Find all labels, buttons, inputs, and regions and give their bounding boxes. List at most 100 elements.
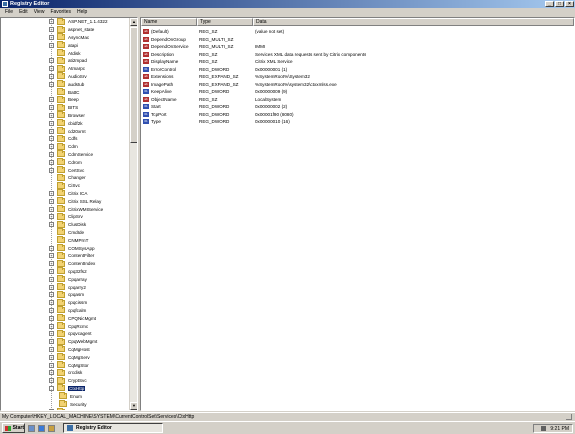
- close-button[interactable]: ×: [565, 1, 574, 7]
- value-row[interactable]: ab DependOnService REG_MULTI_SZ IMMI: [141, 43, 265, 51]
- expand-icon[interactable]: +: [49, 19, 54, 25]
- tree-item[interactable]: + Atmarpc: [49, 64, 85, 73]
- expand-icon[interactable]: +: [49, 105, 54, 111]
- tree-item[interactable]: + AsyncMac: [49, 33, 89, 42]
- value-row[interactable]: ab DependOnGroup REG_MULTI_SZ: [141, 36, 255, 44]
- tree-item[interactable]: + CertSvc: [49, 166, 84, 174]
- expand-icon[interactable]: +: [49, 151, 54, 157]
- tree-item[interactable]: + AudioSrv: [49, 72, 87, 81]
- column-type[interactable]: Type: [197, 18, 253, 26]
- explorer-quicklaunch-icon[interactable]: [28, 424, 35, 432]
- clock[interactable]: 9:21 PM: [550, 426, 569, 432]
- tree-item[interactable]: + COMSysApp: [49, 244, 95, 252]
- value-row[interactable]: 01 TcpPort REG_DWORD 0x00001f90 (8080): [141, 111, 294, 119]
- tree-item[interactable]: + Cdm: [49, 142, 78, 151]
- expand-icon[interactable]: +: [49, 222, 54, 228]
- expand-icon[interactable]: +: [49, 331, 54, 337]
- expand-icon[interactable]: +: [49, 253, 54, 259]
- tree-item[interactable]: + BITS: [49, 103, 78, 112]
- key-tree-pane[interactable]: + ASP.NET_1.1.4322 + aspnet_state + AsyncMac +…: [0, 17, 138, 411]
- tree-item[interactable]: + Browser: [49, 111, 85, 120]
- title-bar[interactable]: Registry Editor _ □ ×: [0, 0, 575, 8]
- scroll-down-button[interactable]: ▼: [130, 402, 137, 410]
- tree-item[interactable]: + cd20xrnt: [49, 127, 86, 135]
- tree-item[interactable]: CmdIde: [49, 228, 84, 237]
- expand-icon[interactable]: +: [49, 42, 54, 48]
- value-row[interactable]: 01 Type REG_DWORD 0x00000010 (16): [141, 118, 290, 126]
- tree-item[interactable]: + ClipSrv: [49, 212, 83, 221]
- expand-icon[interactable]: +: [49, 66, 54, 72]
- tree-item[interactable]: Atdisk: [49, 49, 81, 57]
- tree-item[interactable]: + cpq32fs2: [49, 267, 87, 276]
- tree-item[interactable]: + cpqvcagent: [49, 329, 92, 338]
- tree-item[interactable]: + CpqWebMgmt: [49, 337, 97, 346]
- column-name[interactable]: Name: [141, 18, 197, 26]
- tree-item[interactable]: + CPQNicMgmt: [49, 314, 96, 322]
- tree-item[interactable]: + CdmService: [49, 150, 93, 159]
- expand-icon[interactable]: +: [49, 112, 54, 118]
- tree-item[interactable]: + Cdrom: [49, 158, 82, 166]
- expand-icon[interactable]: +: [49, 339, 54, 345]
- start-button[interactable]: Start: [2, 423, 25, 433]
- tree-item[interactable]: + ClusDisk: [49, 220, 86, 229]
- expand-icon[interactable]: +: [49, 128, 54, 134]
- tree-item[interactable]: + CqMgHost: [49, 345, 90, 354]
- expand-icon[interactable]: +: [49, 370, 54, 376]
- value-row[interactable]: ab ImagePath REG_EXPAND_SZ %SystemRoot%\sys…: [141, 81, 337, 89]
- expand-icon[interactable]: +: [49, 198, 54, 204]
- tree-item[interactable]: + cpqcissm: [49, 298, 87, 307]
- tree-item[interactable]: + atapi: [49, 41, 78, 49]
- tree-item[interactable]: + Citrix SSL Relay: [49, 197, 101, 205]
- expand-icon[interactable]: +: [49, 284, 54, 290]
- expand-icon[interactable]: +: [49, 27, 54, 33]
- tree-item[interactable]: + cbidf2k: [49, 119, 83, 127]
- value-row[interactable]: 01 KeepAlive REG_DWORD 0x00000009 (9): [141, 88, 287, 96]
- expand-icon[interactable]: +: [49, 190, 54, 196]
- expand-icon[interactable]: +: [49, 292, 54, 298]
- tree-item[interactable]: Enum: [59, 392, 82, 400]
- menu-edit[interactable]: Edit: [16, 9, 31, 15]
- tree-item[interactable]: + Cpqarray: [49, 275, 87, 283]
- expand-icon[interactable]: +: [49, 346, 54, 352]
- folder-quicklaunch-icon[interactable]: [48, 424, 55, 432]
- expand-icon[interactable]: +: [49, 34, 54, 40]
- tree-item[interactable]: BattC: [49, 88, 80, 96]
- tree-item[interactable]: CNMPrnT: [49, 236, 88, 244]
- menu-view[interactable]: View: [31, 9, 48, 15]
- speaker-icon[interactable]: [541, 426, 547, 431]
- tree-item[interactable]: Security: [59, 400, 87, 408]
- scroll-thumb[interactable]: [130, 27, 137, 143]
- expand-icon[interactable]: +: [49, 206, 54, 212]
- tree-item[interactable]: + Beep: [49, 95, 79, 104]
- expand-icon[interactable]: +: [49, 354, 54, 360]
- tree-item[interactable]: + ContentFilter: [49, 251, 94, 260]
- tree-item[interactable]: Changer: [49, 173, 86, 182]
- expand-icon[interactable]: +: [49, 276, 54, 282]
- expand-icon[interactable]: +: [49, 378, 54, 384]
- value-row[interactable]: ab Description REG_SZ Services XML data req…: [141, 51, 366, 59]
- expand-icon[interactable]: +: [49, 323, 54, 329]
- tree-item[interactable]: + CtxSecGwy: [49, 407, 92, 410]
- minimize-button[interactable]: _: [545, 1, 554, 7]
- tree-item[interactable]: + CryptSvc: [49, 376, 87, 385]
- tree-item[interactable]: + aspnet_state: [49, 25, 94, 34]
- tree-item[interactable]: + Citrix ICA: [49, 189, 87, 198]
- ie-quicklaunch-icon[interactable]: [38, 424, 45, 432]
- tree-item[interactable]: + Cdfs: [49, 134, 77, 143]
- values-pane[interactable]: Name Type Data ab (Default) REG_SZ (value n…: [140, 17, 575, 411]
- task-registry-editor[interactable]: Registry Editor: [63, 423, 163, 433]
- tree-scrollbar[interactable]: ▲ ▼: [129, 18, 137, 410]
- tree-item[interactable]: + cpqasm: [49, 290, 84, 299]
- tree-item[interactable]: + CpqRcmc: [49, 322, 88, 330]
- expand-icon[interactable]: +: [49, 214, 54, 220]
- menu-favorites[interactable]: Favorites: [47, 9, 74, 15]
- expand-icon[interactable]: +: [49, 300, 54, 306]
- expand-icon[interactable]: +: [49, 261, 54, 267]
- expand-icon[interactable]: +: [49, 167, 54, 173]
- tree-item[interactable]: + CqMgServ: [49, 353, 90, 361]
- value-row[interactable]: ab ObjectName REG_SZ LocalSystem: [141, 96, 281, 104]
- collapse-icon[interactable]: -: [49, 385, 54, 391]
- tree-item[interactable]: + crcdisk: [49, 368, 82, 377]
- expand-icon[interactable]: +: [49, 81, 54, 87]
- tree-item[interactable]: + cpqfcalm: [49, 306, 86, 315]
